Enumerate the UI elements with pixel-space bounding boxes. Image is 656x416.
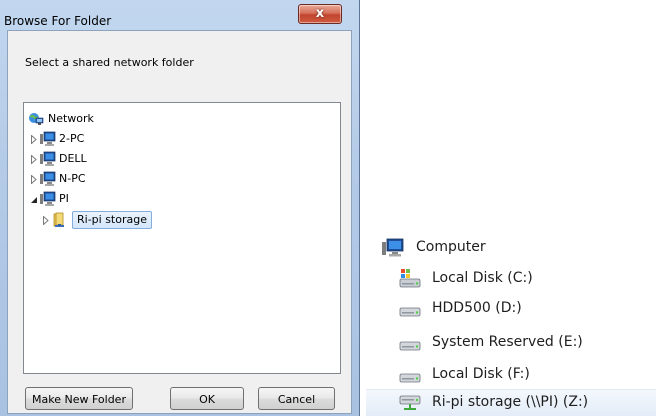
hard-drive-icon xyxy=(399,333,421,357)
screen: Browse For Folder x Select a shared netw… xyxy=(0,0,656,416)
expand-arrow-icon[interactable] xyxy=(42,215,50,226)
tree-node-ri-pi-storage[interactable]: Ri-pi storage xyxy=(40,210,240,230)
tree-node-network[interactable]: Network xyxy=(28,109,228,129)
tree-node-n-pc[interactable]: N-PC xyxy=(28,169,228,189)
drive-item-d[interactable]: HDD500 (D:) xyxy=(366,296,656,322)
dialog-body: Select a shared network folder Network 2… xyxy=(7,30,352,414)
tree-node-pi[interactable]: PI xyxy=(28,189,228,209)
tree-node-label: Network xyxy=(48,112,94,125)
expand-arrow-icon[interactable] xyxy=(30,154,38,165)
shared-folder-icon xyxy=(53,212,69,231)
computer-icon xyxy=(40,171,56,190)
expand-arrow-icon[interactable] xyxy=(30,174,38,185)
computer-node[interactable]: Computer xyxy=(366,235,656,261)
tree-node-label: DELL xyxy=(59,152,87,165)
tree-node-label: Ri-pi storage xyxy=(72,211,152,229)
close-icon: x xyxy=(315,6,325,21)
drive-item-f[interactable]: Local Disk (F:) xyxy=(366,362,656,388)
tree-node-label: 2-PC xyxy=(59,132,85,145)
tree-node-label: PI xyxy=(59,192,69,205)
drive-label: HDD500 (D:) xyxy=(432,300,522,316)
hard-drive-icon xyxy=(399,299,421,323)
drive-label: System Reserved (E:) xyxy=(432,334,583,350)
tree-node-label: N-PC xyxy=(59,172,86,185)
computer-icon xyxy=(40,131,56,150)
browse-for-folder-dialog: Browse For Folder x Select a shared netw… xyxy=(0,0,360,416)
dialog-title: Browse For Folder xyxy=(4,14,112,28)
drive-label: Ri-pi storage (\\PI) (Z:) xyxy=(432,394,589,410)
network-icon xyxy=(28,111,44,130)
drive-item-c[interactable]: Local Disk (C:) xyxy=(366,266,656,292)
computer-icon xyxy=(382,238,404,262)
computer-icon xyxy=(40,191,56,210)
tree-node-2-pc[interactable]: 2-PC xyxy=(28,129,228,149)
ok-button[interactable]: OK xyxy=(170,387,244,410)
drive-item-z[interactable]: Ri-pi storage (\\PI) (Z:) xyxy=(366,389,656,416)
system-drive-icon xyxy=(399,269,421,293)
instruction-text: Select a shared network folder xyxy=(25,56,194,69)
expand-arrow-icon[interactable] xyxy=(30,134,38,145)
collapse-arrow-icon[interactable] xyxy=(30,194,38,203)
make-new-folder-button[interactable]: Make New Folder xyxy=(25,387,133,410)
close-button[interactable]: x xyxy=(298,4,342,24)
computer-icon xyxy=(40,151,56,170)
folder-tree[interactable]: Network 2-PC DELL N-PC PI Ri-pi storage xyxy=(23,102,341,374)
drive-label: Local Disk (C:) xyxy=(432,270,533,286)
tree-node-dell[interactable]: DELL xyxy=(28,149,228,169)
network-drive-icon xyxy=(399,393,421,416)
drive-label: Local Disk (F:) xyxy=(432,366,530,382)
computer-label: Computer xyxy=(416,239,486,255)
cancel-button[interactable]: Cancel xyxy=(258,387,335,410)
drive-item-e[interactable]: System Reserved (E:) xyxy=(366,330,656,356)
explorer-drive-list: Computer Local Disk (C:) HDD500 (D:) Sys… xyxy=(366,0,656,416)
hard-drive-icon xyxy=(399,365,421,389)
